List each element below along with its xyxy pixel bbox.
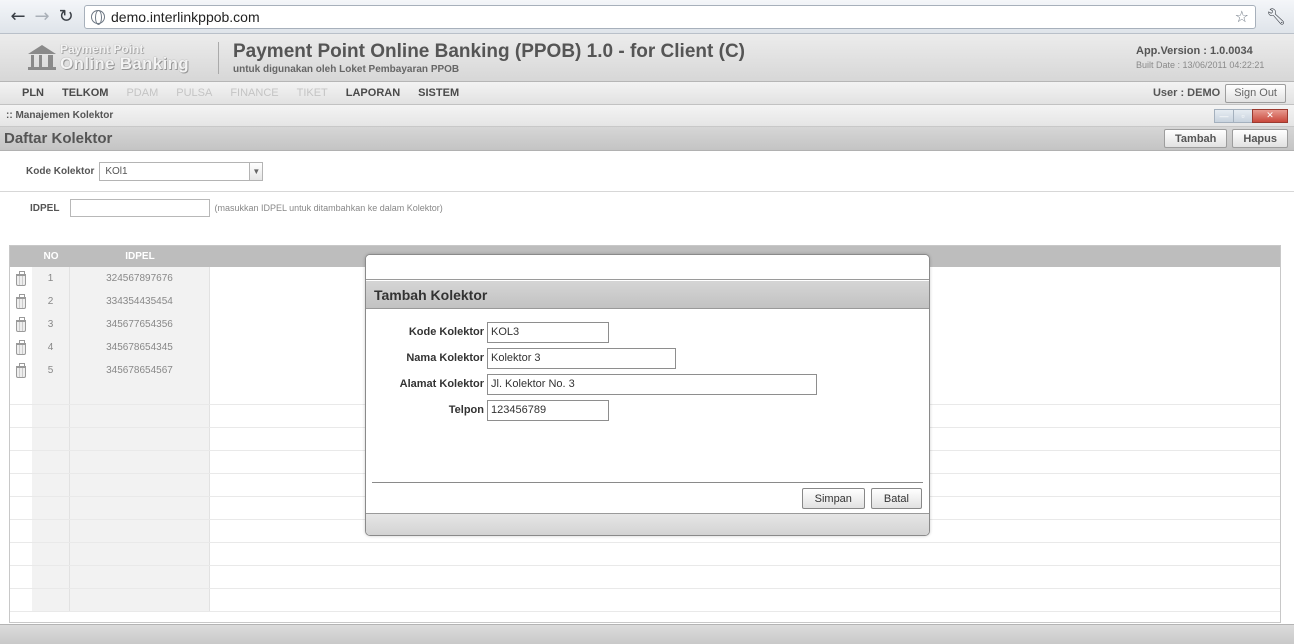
app-subtitle: untuk digunakan oleh Loket Pembayaran PP… — [233, 63, 460, 75]
row-idpel: 324567897676 — [70, 267, 210, 290]
close-icon[interactable]: ✕ — [1252, 108, 1288, 123]
trash-icon[interactable] — [16, 270, 26, 286]
wrench-icon[interactable]: 🔧︎ — [1264, 7, 1288, 26]
browser-toolbar: ← → ↻ demo.interlinkppob.com ☆ 🔧︎ — [0, 0, 1294, 34]
telpon-field[interactable]: 123456789 — [487, 399, 609, 421]
trash-icon[interactable] — [16, 316, 26, 332]
row-idpel: 345678654567 — [70, 359, 210, 382]
section-header: Daftar Kolektor Tambah Hapus — [0, 127, 1294, 151]
save-button[interactable]: Simpan — [801, 488, 865, 509]
current-user: User : DEMO — [1152, 87, 1221, 99]
idpel-row: IDPEL (masukkan IDPEL untuk ditambahkan … — [0, 192, 1294, 224]
minimize-icon[interactable]: — — [1214, 108, 1234, 123]
row-no: 2 — [32, 290, 70, 313]
row-no: 3 — [32, 313, 70, 336]
row-no: 4 — [32, 336, 70, 359]
maximize-icon[interactable]: ▫ — [1233, 108, 1253, 123]
tambah-kolektor-dialog: Tambah Kolektor Kode Kolektor KOL3 Nama … — [365, 254, 930, 536]
star-icon[interactable]: ☆ — [1235, 7, 1249, 26]
alamat-kolektor-field[interactable]: Jl. Kolektor No. 3 — [487, 373, 817, 395]
idpel-hint: (masukkan IDPEL untuk ditambahkan ke dal… — [214, 203, 443, 213]
menu-item-pdam: PDAM — [126, 87, 159, 99]
empty-row — [10, 589, 1280, 612]
chevron-down-icon[interactable]: ▼ — [249, 161, 264, 181]
window-title: :: Manajemen Kolektor — [6, 110, 114, 121]
menu-item-pln[interactable]: PLN — [22, 87, 44, 99]
app-header: Payment Point Online Banking Payment Poi… — [0, 34, 1294, 82]
menu-item-pulsa: PULSA — [176, 87, 213, 99]
idpel-label: IDPEL — [30, 202, 60, 214]
trash-icon[interactable] — [16, 339, 26, 355]
logo-line-2: Online Banking — [60, 54, 189, 73]
kode-kolektor-field[interactable]: KOL3 — [487, 321, 609, 343]
alamat-kolektor-field-label: Alamat Kolektor — [399, 378, 484, 390]
add-button[interactable]: Tambah — [1164, 129, 1228, 148]
section-title: Daftar Kolektor — [4, 130, 113, 147]
window-titlebar: :: Manajemen Kolektor — ▫ ✕ — [0, 105, 1294, 127]
address-bar[interactable]: demo.interlinkppob.com ☆ — [84, 4, 1256, 29]
reload-icon[interactable]: ↻ — [54, 5, 78, 29]
nama-kolektor-field[interactable]: Kolektor 3 — [487, 347, 676, 369]
kolektor-form: Kode Kolektor KOL3 Nama Kolektor Kolekto… — [366, 309, 929, 423]
back-arrow-icon[interactable]: ← — [6, 5, 30, 29]
column-header-idpel: IDPEL — [125, 251, 155, 262]
empty-row — [10, 566, 1280, 589]
dialog-title: Tambah Kolektor — [366, 281, 929, 309]
app-version: App.Version : 1.0.0034 — [1136, 45, 1253, 57]
main-menu: PLN TELKOM PDAM PULSA FINANCE TIKET LAPO… — [0, 82, 1294, 105]
globe-icon — [91, 9, 105, 25]
forward-arrow-icon[interactable]: → — [30, 5, 54, 29]
row-idpel: 334354435454 — [70, 290, 210, 313]
status-bar — [0, 624, 1294, 644]
cancel-button[interactable]: Batal — [870, 488, 922, 509]
sign-out-button[interactable]: Sign Out — [1225, 83, 1286, 103]
nama-kolektor-field-label: Nama Kolektor — [406, 352, 484, 364]
menu-item-tiket: TIKET — [296, 87, 328, 99]
build-date: Built Date : 13/06/2011 04:22:21 — [1136, 60, 1265, 70]
app-title: Payment Point Online Banking (PPOB) 1.0 … — [233, 40, 745, 62]
column-header-no: NO — [43, 251, 59, 262]
menu-item-sistem[interactable]: SISTEM — [418, 87, 459, 99]
menu-item-laporan[interactable]: LAPORAN — [346, 87, 400, 99]
empty-row — [10, 543, 1280, 566]
bank-icon — [28, 44, 56, 71]
kode-kolektor-field-label: Kode Kolektor — [408, 326, 484, 338]
menu-item-finance: FINANCE — [230, 87, 279, 99]
kolektor-filter: Kode Kolektor KOl1 ▼ — [0, 151, 1294, 192]
trash-icon[interactable] — [16, 293, 26, 309]
version-info: App.Version : 1.0.0034 Built Date : 13/0… — [1136, 45, 1284, 70]
menu-item-telkom[interactable]: TELKOM — [62, 87, 108, 99]
row-no: 5 — [32, 359, 70, 382]
kode-kolektor-label: Kode Kolektor — [26, 165, 95, 177]
dialog-titlebar[interactable] — [366, 255, 929, 280]
row-idpel: 345677654356 — [70, 313, 210, 336]
kode-kolektor-select[interactable]: KOl1 ▼ — [99, 161, 264, 181]
kode-kolektor-value: KOl1 — [105, 165, 128, 177]
trash-icon[interactable] — [16, 362, 26, 378]
dialog-footer — [366, 513, 929, 535]
delete-button[interactable]: Hapus — [1232, 129, 1288, 148]
row-no: 1 — [32, 267, 70, 290]
dialog-divider — [372, 482, 923, 483]
idpel-input[interactable] — [70, 199, 211, 217]
app-logo: Payment Point Online Banking — [28, 43, 208, 72]
row-idpel: 345678654345 — [70, 336, 210, 359]
telpon-field-label: Telpon — [448, 404, 484, 416]
url-text: demo.interlinkppob.com — [111, 8, 260, 25]
header-divider — [218, 41, 219, 74]
